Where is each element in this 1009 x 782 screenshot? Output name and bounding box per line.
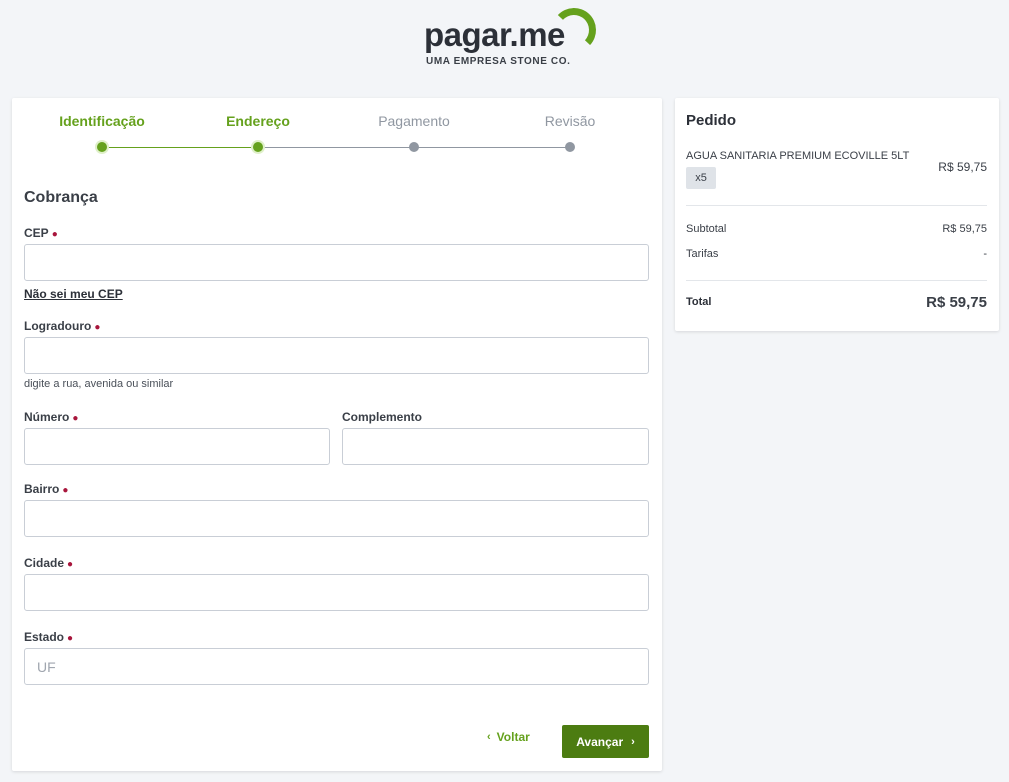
chevron-left-icon: ‹ bbox=[487, 731, 491, 743]
complemento-label: Complemento bbox=[342, 410, 423, 424]
fees-value: - bbox=[983, 248, 987, 260]
bairro-input[interactable] bbox=[24, 500, 649, 537]
total-label: Total bbox=[686, 296, 712, 308]
required-marker: ● bbox=[94, 322, 101, 333]
chevron-right-icon: › bbox=[631, 735, 635, 748]
order-title: Pedido bbox=[686, 112, 737, 129]
step-connector-done bbox=[102, 146, 258, 148]
step-identificacao-dot bbox=[97, 142, 107, 152]
cidade-input[interactable] bbox=[24, 574, 649, 611]
logo-tagline: UMA EMPRESA STONE CO. bbox=[426, 56, 571, 67]
step-revisao-label: Revisão bbox=[544, 113, 596, 129]
step-pagamento-label: Pagamento bbox=[378, 113, 450, 129]
step-endereco-label: Endereço bbox=[226, 113, 290, 129]
cep-label-text: CEP bbox=[24, 226, 49, 240]
step-identificacao-label[interactable]: Identificação bbox=[27, 113, 177, 129]
cep-label: CEP ● bbox=[24, 226, 58, 240]
cidade-label-text: Cidade bbox=[24, 556, 65, 570]
logradouro-hint: digite a rua, avenida ou similar bbox=[24, 378, 174, 390]
back-button-label: Voltar bbox=[496, 730, 530, 744]
step-revisao-dot bbox=[565, 142, 575, 152]
section-title: Cobrança bbox=[24, 189, 98, 206]
order-divider bbox=[686, 280, 987, 281]
complemento-input[interactable] bbox=[342, 428, 649, 465]
cep-input[interactable] bbox=[24, 244, 649, 281]
required-marker: ● bbox=[67, 633, 74, 644]
estado-label-text: Estado bbox=[24, 630, 65, 644]
required-marker: ● bbox=[51, 229, 58, 240]
required-marker: ● bbox=[62, 485, 69, 496]
bairro-label-text: Bairro bbox=[24, 482, 60, 496]
cep-lookup-link[interactable]: Não sei meu CEP bbox=[24, 287, 123, 301]
logradouro-label-text: Logradouro bbox=[24, 319, 92, 333]
logo-arc-icon bbox=[551, 7, 597, 53]
estado-input[interactable] bbox=[24, 648, 649, 685]
numero-label: Número ● bbox=[24, 410, 78, 424]
numero-input[interactable] bbox=[24, 428, 330, 465]
order-summary-card: Pedido AGUA SANITARIA PREMIUM ECOVILLE 5… bbox=[675, 98, 999, 331]
step-pagamento-dot bbox=[409, 142, 419, 152]
pagarme-logo: pagar.me UMA EMPRESA STONE CO. bbox=[424, 6, 597, 70]
logradouro-label: Logradouro ● bbox=[24, 319, 100, 333]
subtotal-label: Subtotal bbox=[686, 223, 727, 235]
order-item-price: R$ 59,75 bbox=[938, 160, 987, 174]
order-item-quantity-badge: x5 bbox=[686, 167, 716, 189]
required-marker: ● bbox=[67, 559, 74, 570]
subtotal-value: R$ 59,75 bbox=[942, 223, 987, 235]
estado-label: Estado ● bbox=[24, 630, 73, 644]
next-button[interactable]: Avançar › bbox=[562, 725, 649, 758]
back-button[interactable]: ‹ Voltar bbox=[487, 730, 530, 744]
required-marker: ● bbox=[72, 413, 79, 424]
numero-label-text: Número bbox=[24, 410, 70, 424]
checkout-card: Identificação Endereço Pagamento Revisão… bbox=[12, 98, 662, 771]
order-divider bbox=[686, 205, 987, 206]
total-value: R$ 59,75 bbox=[926, 294, 987, 311]
bairro-label: Bairro ● bbox=[24, 482, 68, 496]
cidade-label: Cidade ● bbox=[24, 556, 73, 570]
next-button-label: Avançar bbox=[576, 734, 624, 749]
logradouro-input[interactable] bbox=[24, 337, 649, 374]
order-item-name: AGUA SANITARIA PREMIUM ECOVILLE 5LT bbox=[686, 150, 910, 162]
step-endereco-dot bbox=[253, 142, 263, 152]
fees-label: Tarifas bbox=[686, 248, 719, 260]
logo-wordmark: pagar.me bbox=[424, 16, 565, 53]
